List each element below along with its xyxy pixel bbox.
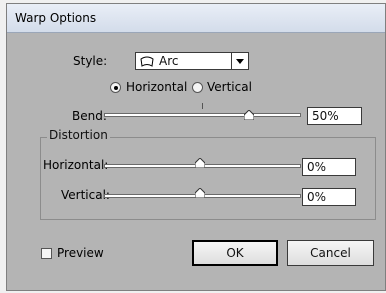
radio-horizontal-label: Horizontal <box>126 80 188 94</box>
ok-button[interactable]: OK <box>192 240 278 266</box>
preview-label: Preview <box>57 246 104 260</box>
bend-value-field[interactable]: 50% <box>307 107 362 125</box>
style-label: Style: <box>73 54 108 68</box>
distortion-vertical-slider-thumb[interactable] <box>195 188 205 198</box>
bend-label: Bend: <box>72 109 107 123</box>
distortion-horizontal-label: Horizontal: <box>43 158 109 172</box>
bend-center-tick <box>202 103 203 109</box>
dialog-title: Warp Options <box>15 11 97 25</box>
distortion-group-label: Distortion <box>47 128 110 142</box>
radio-vertical[interactable] <box>192 82 203 93</box>
title-bar[interactable]: Warp Options <box>7 4 385 33</box>
bend-slider-track[interactable] <box>104 113 301 117</box>
style-select-value: Arc <box>159 54 179 68</box>
distortion-group <box>40 137 376 220</box>
radio-horizontal[interactable] <box>110 82 121 93</box>
arc-warp-icon <box>140 56 154 67</box>
distortion-vertical-label: Vertical: <box>61 188 110 202</box>
warp-options-dialog: Warp Options Style: Arc Horizontal Verti… <box>6 3 386 291</box>
bend-slider-thumb[interactable] <box>244 110 254 120</box>
chevron-down-icon[interactable] <box>231 53 248 69</box>
distortion-vertical-value-field[interactable]: 0% <box>302 188 356 206</box>
radio-vertical-label: Vertical <box>207 80 252 94</box>
cancel-button[interactable]: Cancel <box>287 240 374 266</box>
preview-checkbox[interactable] <box>41 248 52 259</box>
distortion-horizontal-value-field[interactable]: 0% <box>302 158 356 176</box>
distortion-horizontal-slider-thumb[interactable] <box>195 158 205 168</box>
style-select[interactable]: Arc <box>135 52 249 70</box>
